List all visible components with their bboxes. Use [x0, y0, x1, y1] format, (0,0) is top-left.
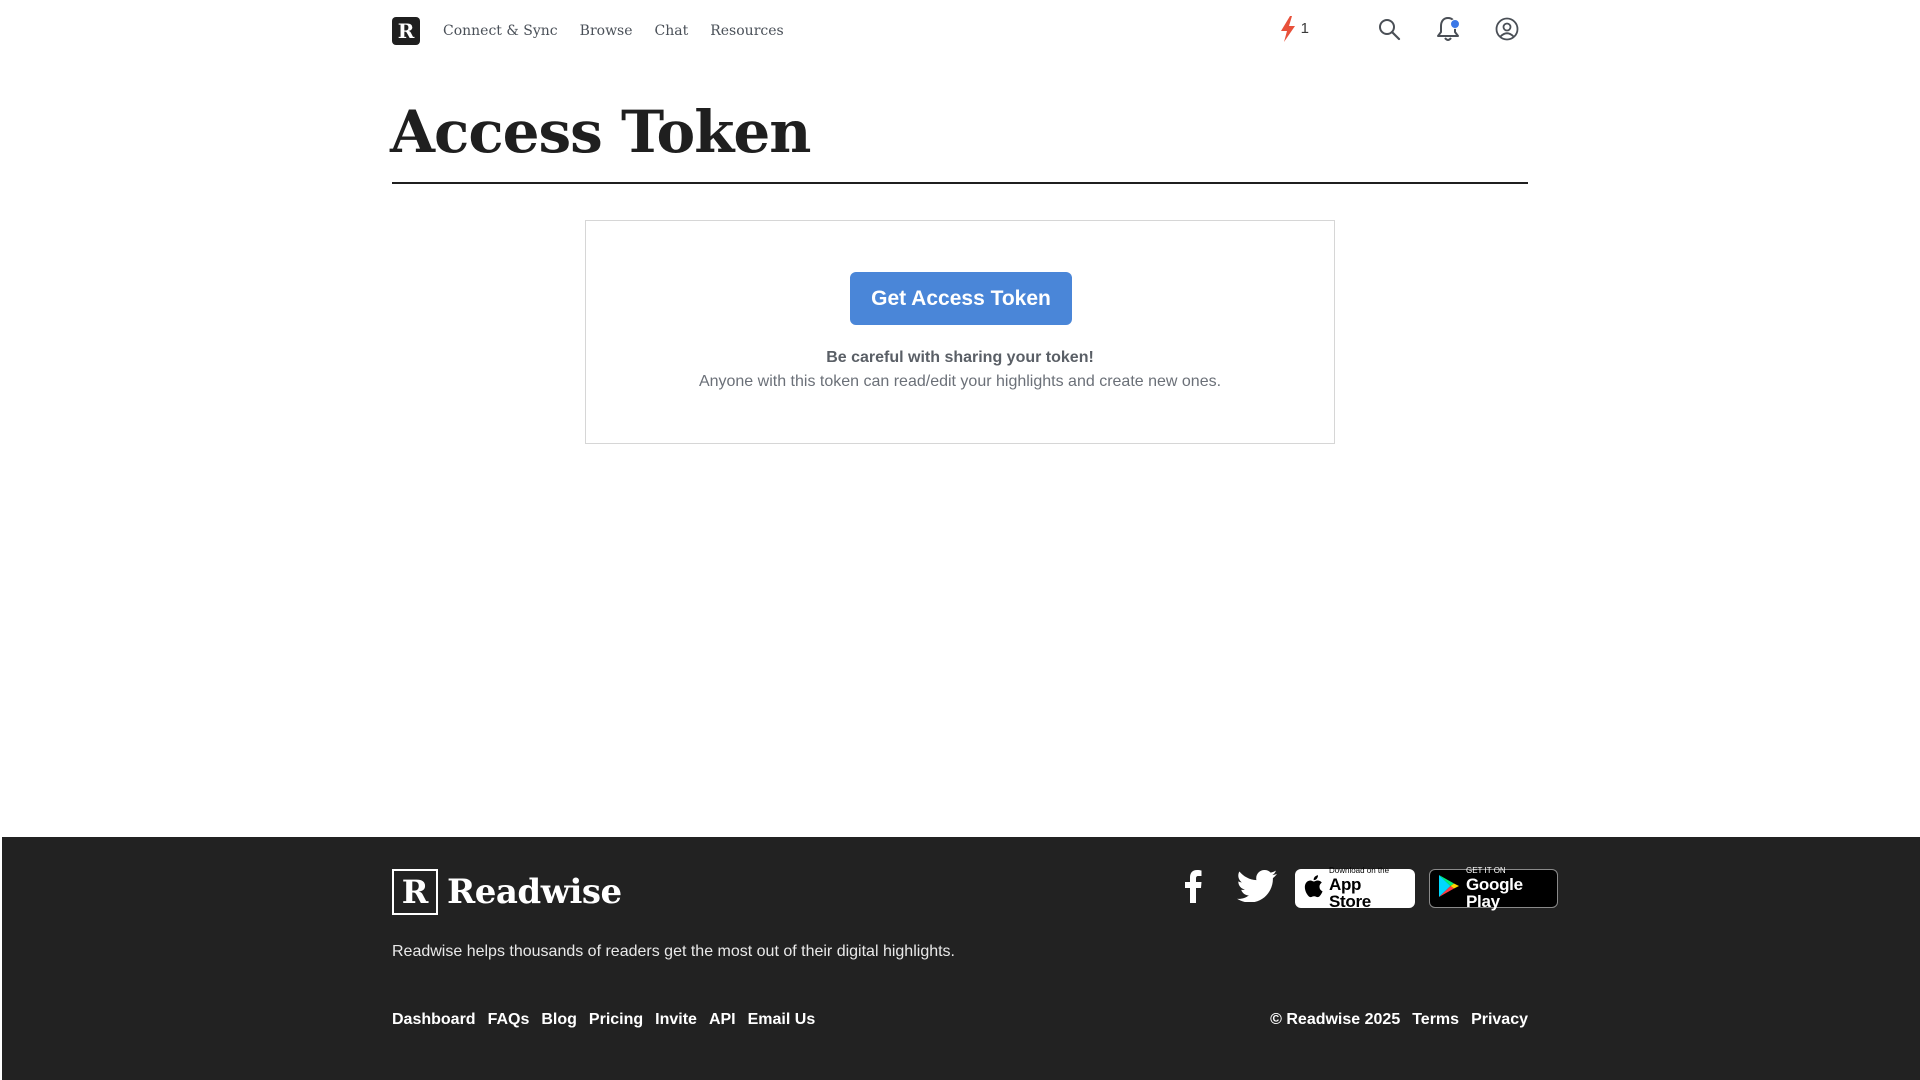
main-nav: Connect & Sync Browse Chat Resources — [443, 23, 806, 39]
twitter-link[interactable] — [1235, 870, 1279, 908]
footer-link-blog[interactable]: Blog — [541, 1011, 577, 1029]
token-warning-title: Be careful with sharing your token! — [826, 349, 1094, 366]
site-footer: R Readwise Download on the App Store GET… — [2, 837, 1920, 1080]
apple-icon — [1303, 874, 1323, 903]
nav-browse[interactable]: Browse — [580, 23, 633, 39]
footer-tagline: Readwise helps thousands of readers get … — [392, 943, 955, 960]
nav-connect-sync[interactable]: Connect & Sync — [443, 23, 558, 39]
top-nav: R Connect & Sync Browse Chat Resources 1 — [392, 14, 1520, 48]
copyright-text: © Readwise 2025 — [1270, 1011, 1401, 1028]
footer-link-api[interactable]: API — [709, 1011, 736, 1029]
app-store-badge[interactable]: Download on the App Store — [1295, 866, 1415, 911]
page-title: Access Token — [390, 98, 811, 166]
readwise-logo[interactable]: R — [392, 17, 420, 45]
title-divider — [392, 182, 1528, 184]
footer-link-dashboard[interactable]: Dashboard — [392, 1011, 476, 1029]
nav-resources[interactable]: Resources — [710, 23, 783, 39]
footer-link-invite[interactable]: Invite — [655, 1011, 697, 1029]
footer-brand[interactable]: R Readwise — [392, 869, 622, 915]
notification-dot — [1450, 19, 1460, 29]
lightning-icon — [1279, 15, 1297, 47]
access-token-card: Get Access Token Be careful with sharing… — [585, 220, 1335, 444]
search-button[interactable] — [1376, 18, 1402, 44]
terms-link[interactable]: Terms — [1412, 1011, 1459, 1029]
footer-legal: © Readwise 2025 Terms Privacy — [1258, 1011, 1528, 1029]
get-access-token-button[interactable]: Get Access Token — [850, 272, 1072, 325]
footer-logo: R — [392, 869, 438, 915]
footer-brand-name: Readwise — [447, 872, 622, 912]
footer-link-faqs[interactable]: FAQs — [488, 1011, 530, 1029]
search-icon — [1377, 17, 1401, 46]
privacy-link[interactable]: Privacy — [1471, 1011, 1528, 1029]
app-store-text: Download on the App Store — [1329, 866, 1407, 911]
google-play-badge[interactable]: GET IT ON Google Play — [1429, 866, 1558, 911]
footer-links: Dashboard FAQs Blog Pricing Invite API E… — [392, 1011, 827, 1029]
google-play-big: Google Play — [1466, 875, 1523, 911]
notifications-button[interactable] — [1435, 16, 1461, 44]
google-play-small: GET IT ON — [1466, 866, 1506, 875]
facebook-link[interactable] — [1176, 870, 1210, 908]
google-play-text: GET IT ON Google Play — [1466, 866, 1549, 911]
token-warning-text: Anyone with this token can read/edit you… — [698, 373, 1222, 390]
twitter-icon — [1237, 870, 1277, 907]
footer-link-pricing[interactable]: Pricing — [589, 1011, 643, 1029]
streak-indicator[interactable]: 1 — [1279, 15, 1309, 47]
footer-social-links: Download on the App Store GET IT ON Goog… — [1176, 866, 1558, 911]
facebook-icon — [1184, 869, 1202, 908]
user-icon — [1495, 17, 1519, 46]
nav-chat[interactable]: Chat — [655, 23, 689, 39]
account-button[interactable] — [1494, 17, 1520, 46]
streak-count: 1 — [1300, 19, 1309, 37]
footer-link-email-us[interactable]: Email Us — [748, 1011, 816, 1029]
app-store-small: Download on the — [1329, 866, 1390, 875]
google-play-icon — [1438, 874, 1460, 903]
nav-actions: 1 — [1279, 15, 1520, 47]
app-store-big: App Store — [1329, 875, 1371, 911]
